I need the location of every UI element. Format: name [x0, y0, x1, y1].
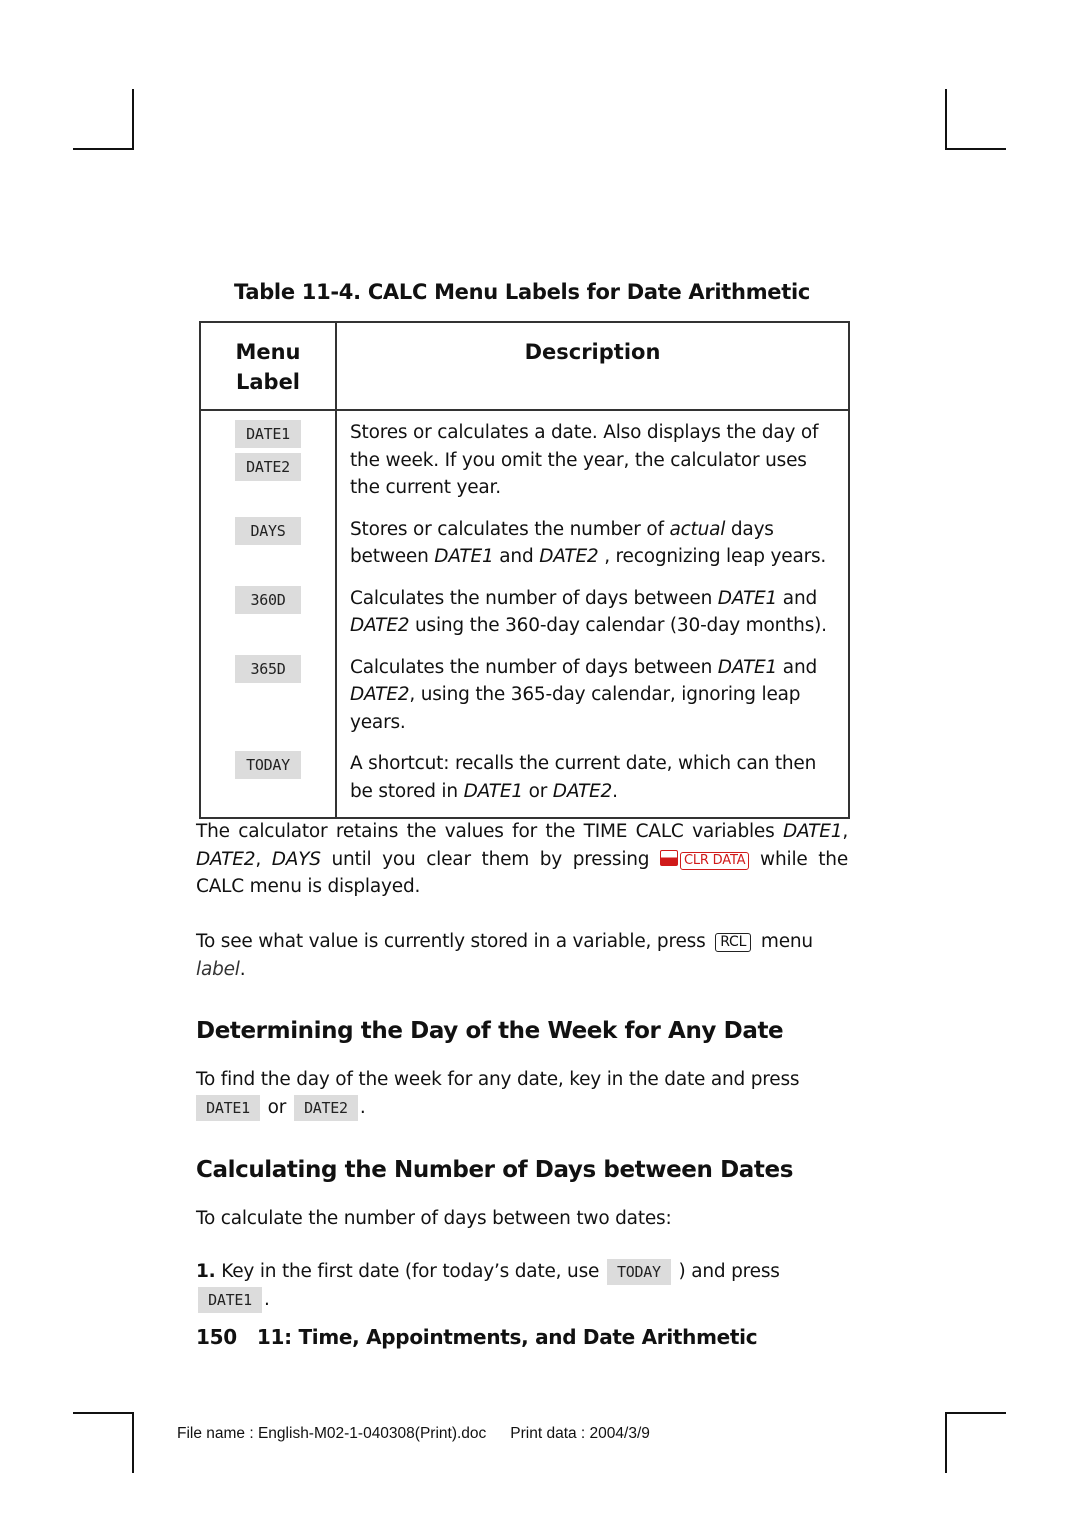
- 360d-softkey: 360D: [235, 585, 301, 614]
- header-menu-label-word: Label: [235, 370, 301, 394]
- table-row: DAYS Stores or calculates the number of a…: [200, 507, 849, 577]
- crop-mark-top-right-v: [945, 89, 947, 149]
- description-cell: Calculates the number of days between DA…: [350, 587, 827, 637]
- menu-label-cell: 360D: [200, 576, 337, 646]
- page-number: 150: [196, 1325, 237, 1349]
- date1-softkey: DATE1: [196, 1094, 260, 1121]
- 365d-softkey: 365D: [235, 654, 301, 683]
- header-menu-label-word: Menu: [235, 340, 301, 364]
- menu-labels-table: Menu Label Description DATE1 DATE2 Stores o…: [199, 321, 850, 819]
- menu-label-cell: TODAY: [200, 742, 337, 818]
- days-softkey: DAYS: [235, 516, 301, 545]
- description-cell: Stores or calculates a date. Also displa…: [350, 422, 819, 498]
- crop-mark-top-left-v: [132, 89, 134, 149]
- header-description: Description: [336, 322, 849, 411]
- menu-label-cell: DATE1 DATE2: [200, 410, 337, 508]
- paragraph-retains-values: The calculator retains the values for th…: [196, 821, 848, 897]
- menu-label-cell: 365D: [200, 645, 337, 742]
- date1-softkey: DATE1: [235, 420, 301, 448]
- paragraph-days-between-intro: To calculate the number of days between …: [196, 1208, 672, 1229]
- step-number: 1.: [196, 1261, 216, 1282]
- description-cell: A shortcut: recalls the current date, wh…: [350, 753, 817, 802]
- today-softkey: TODAY: [606, 1259, 671, 1285]
- print-info: File name : English-M02-1-040308(Print).…: [177, 1425, 650, 1443]
- section-heading-days-between: Calculating the Number of Days between D…: [196, 1157, 793, 1183]
- clr-data-key: CLR DATA: [680, 851, 750, 870]
- table-row: 365D Calculates the number of days betwee…: [200, 645, 849, 742]
- crop-mark-bottom-right-h: [945, 1412, 1006, 1414]
- chapter-title: 11: Time, Appointments, and Date Arithme…: [256, 1325, 758, 1349]
- table-row: 360D Calculates the number of days betwee…: [200, 576, 849, 646]
- file-name: File name : English-M02-1-040308(Print).…: [177, 1425, 487, 1442]
- menu-label-cell: DAYS: [200, 507, 337, 577]
- print-date: Print data : 2004/3/9: [510, 1425, 650, 1442]
- table-row: DATE1 DATE2 Stores or calculates a date. A…: [200, 410, 849, 508]
- paragraph-rcl: To see what value is currently stored in…: [196, 931, 813, 980]
- page-footer: 150 11: Time, Appointments, and Date Arit…: [196, 1325, 758, 1349]
- section-heading-day-of-week: Determining the Day of the Week for Any …: [196, 1018, 784, 1044]
- description-cell: Calculates the number of days between DA…: [350, 656, 818, 733]
- date2-softkey: DATE2: [293, 1094, 358, 1121]
- crop-mark-bottom-left-v: [132, 1412, 134, 1473]
- paragraph-day-of-week: To find the day of the week for any date…: [196, 1066, 848, 1121]
- crop-mark-bottom-left-h: [73, 1412, 134, 1414]
- step-1: 1. Key in the first date (for today’s da…: [196, 1258, 848, 1313]
- crop-mark-bottom-right-v: [945, 1412, 947, 1473]
- crop-mark-top-left-h: [73, 148, 134, 150]
- rcl-key: RCL: [715, 933, 752, 952]
- crop-mark-top-right-h: [945, 148, 1006, 150]
- header-menu-label: Menu Label: [200, 322, 337, 411]
- date1-softkey: DATE1: [198, 1286, 262, 1313]
- description-cell: Stores or calculates the number of actua…: [350, 518, 827, 568]
- shift-key-icon: [660, 849, 678, 866]
- table-row: TODAY A shortcut: recalls the current dat…: [200, 742, 849, 818]
- table-header-row: Menu Label Description: [200, 322, 849, 411]
- date2-softkey: DATE2: [235, 453, 301, 481]
- today-softkey: TODAY: [235, 751, 301, 779]
- table-caption: Table 11-4. CALC Menu Labels for Date Ar…: [234, 280, 810, 304]
